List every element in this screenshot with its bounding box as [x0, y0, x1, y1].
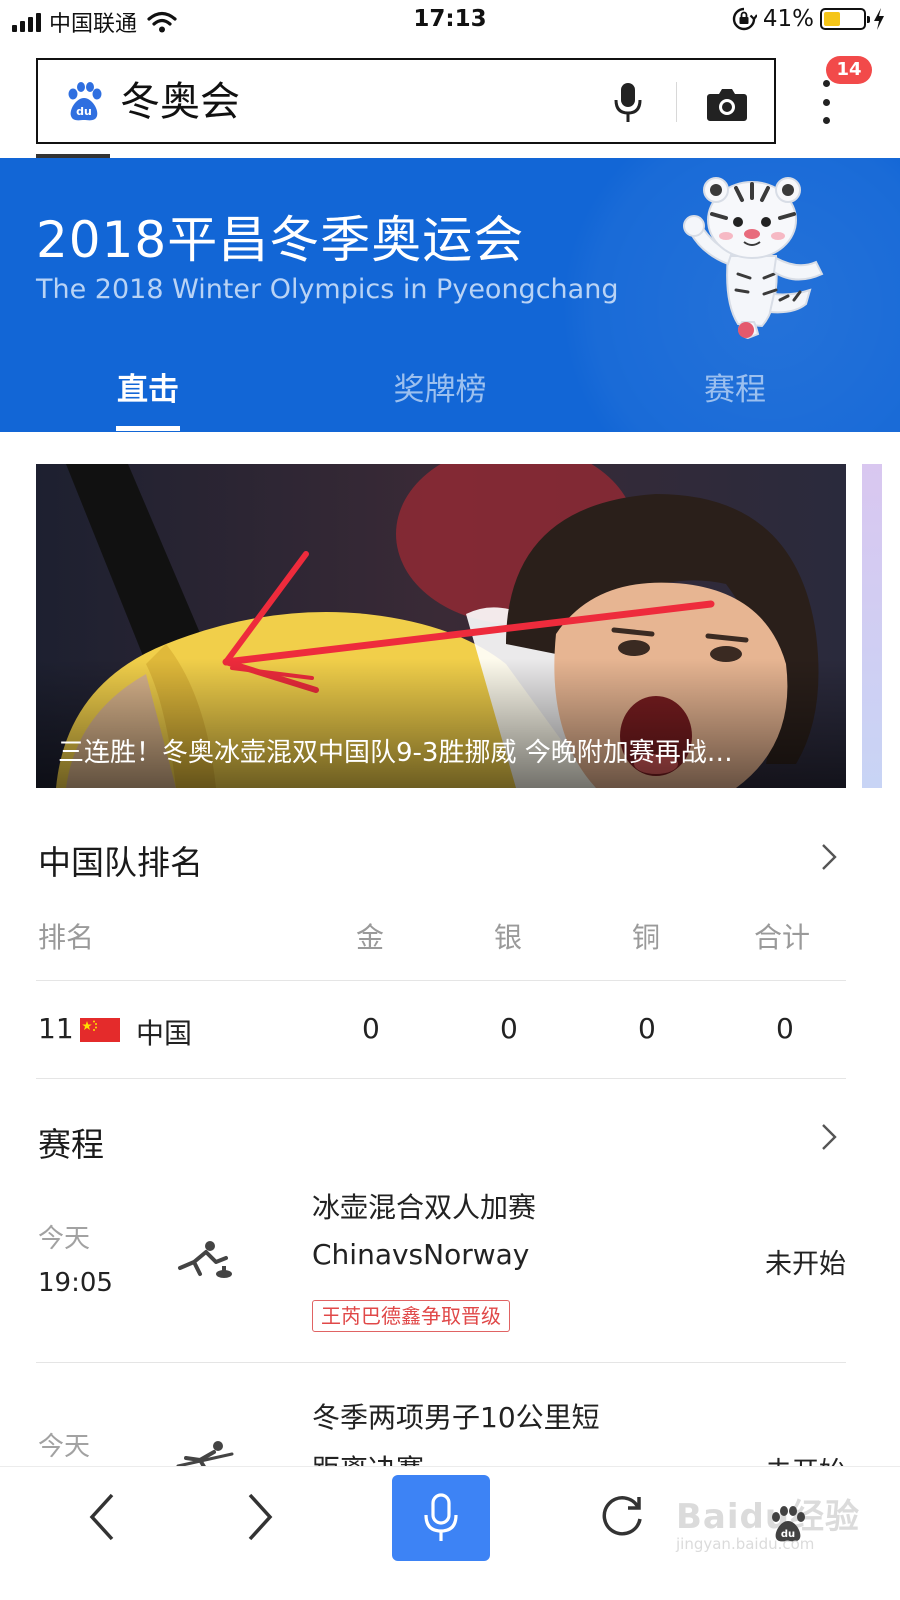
- rotation-lock-icon: [732, 7, 757, 31]
- bottom-toolbar: Baidu经验 du jingyan.baidu.com: [0, 1466, 900, 1600]
- divider: [36, 1362, 846, 1363]
- schedule-title[interactable]: 赛程: [38, 1118, 104, 1166]
- divider: [36, 1078, 846, 1079]
- search-box[interactable]: du 冬奥会: [36, 58, 776, 144]
- banner-tabs: 直击 奖牌榜 赛程: [0, 354, 900, 432]
- news-carousel-card[interactable]: 三连胜！冬奥冰壶混双中国队9-3胜挪威 今晚附加赛再战…: [36, 464, 846, 788]
- tab-live[interactable]: 直击: [48, 364, 248, 409]
- refresh-icon[interactable]: [598, 1493, 646, 1541]
- camera-icon[interactable]: [706, 86, 748, 122]
- bronze-count: 0: [638, 1012, 656, 1045]
- event-name[interactable]: 冰壶混合双人加赛: [312, 1186, 536, 1226]
- olympics-banner: 2018平昌冬季奥运会 The 2018 Winter Olympics in …: [0, 158, 900, 432]
- rank-header: 排名: [38, 921, 95, 954]
- chevron-right-icon[interactable]: [820, 1122, 838, 1152]
- watermark-url: jingyan.baidu.com: [676, 1535, 815, 1553]
- battery-fill: [824, 12, 840, 26]
- chevron-right-icon[interactable]: [820, 842, 838, 872]
- event-matchup[interactable]: ChinavsNorway: [312, 1238, 529, 1271]
- microphone-icon: [424, 1493, 458, 1541]
- banner-subtitle: The 2018 Winter Olympics in Pyeongchang: [36, 274, 619, 305]
- event-status: 未开始: [765, 1249, 846, 1280]
- gold-count: 0: [362, 1012, 380, 1045]
- total-count: 0: [776, 1012, 794, 1045]
- total-header: 合计: [754, 921, 811, 954]
- silver-count: 0: [500, 1012, 518, 1045]
- country-name: 中国: [136, 1017, 193, 1050]
- divider: [36, 980, 846, 981]
- ranking-title[interactable]: 中国队排名: [38, 836, 203, 884]
- tab-medal-table[interactable]: 奖牌榜: [340, 364, 540, 409]
- schedule-day: 今天: [38, 1432, 91, 1462]
- charging-icon: [874, 8, 884, 30]
- schedule-time: 19:05: [38, 1268, 113, 1298]
- forward-arrow-icon[interactable]: [240, 1491, 280, 1543]
- baidu-jingyan-watermark: Baidu经验 du jingyan.baidu.com: [676, 1485, 859, 1555]
- notification-badge: 14: [826, 56, 872, 84]
- more-menu-icon[interactable]: [812, 80, 840, 124]
- voice-search-button[interactable]: [392, 1475, 490, 1561]
- silver-header: 银: [494, 921, 523, 954]
- banner-title: 2018平昌冬季奥运会: [36, 211, 525, 269]
- search-query[interactable]: 冬奥会: [120, 74, 240, 130]
- tab-schedule[interactable]: 赛程: [635, 364, 835, 409]
- back-arrow-icon[interactable]: [82, 1491, 122, 1543]
- gold-header: 金: [356, 921, 385, 954]
- next-news-card-peek[interactable]: [862, 464, 882, 788]
- battery-percent: 41%: [762, 6, 814, 32]
- status-bar: 中国联通 17:13 41%: [0, 0, 900, 44]
- event-name[interactable]: 冬季两项男子10公里短: [312, 1396, 600, 1436]
- search-divider: [676, 82, 677, 122]
- bronze-header: 铜: [632, 921, 661, 954]
- rank-value: 11: [38, 1012, 74, 1045]
- news-caption[interactable]: 三连胜！冬奥冰壶混双中国队9-3胜挪威 今晚附加赛再战…: [58, 732, 828, 769]
- baidu-paw-icon: du: [68, 82, 102, 121]
- battery-icon: [820, 8, 870, 30]
- tiger-mascot-icon: [683, 177, 824, 340]
- china-flag-icon: [80, 1018, 120, 1042]
- svg-text:du: du: [76, 105, 92, 118]
- curling-icon: [178, 1241, 232, 1278]
- status-right: 41%: [731, 6, 886, 32]
- active-tab-indicator: [116, 426, 180, 431]
- microphone-icon[interactable]: [612, 82, 644, 124]
- event-tag: 王芮巴德鑫争取晋级: [312, 1300, 510, 1332]
- schedule-day: 今天: [38, 1224, 91, 1254]
